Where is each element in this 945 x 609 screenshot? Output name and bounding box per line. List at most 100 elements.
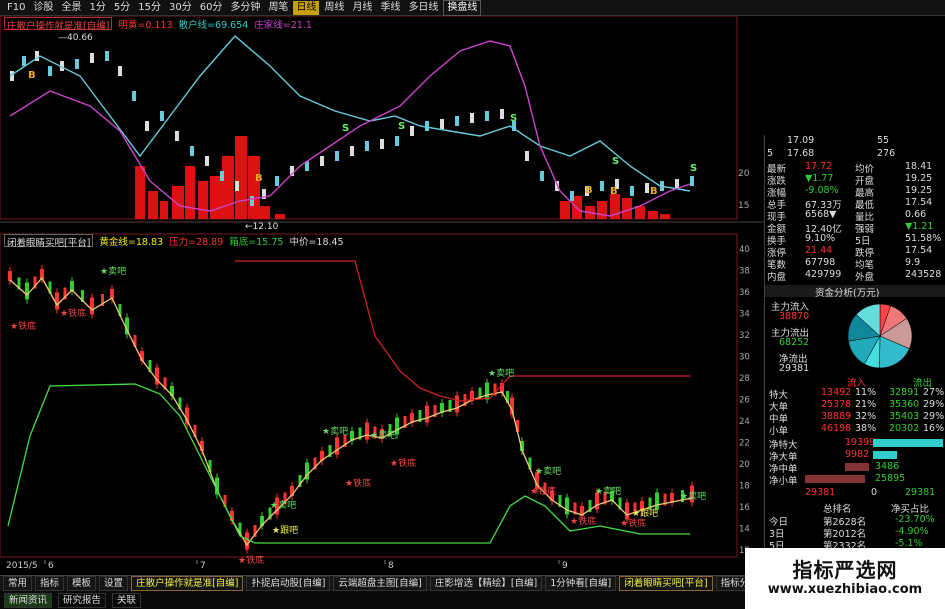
indicator-tab-7[interactable]: 庄影增选【精绘】[自编] bbox=[429, 576, 543, 591]
top-indicator-name[interactable]: 庄散户操作就是准[自编] bbox=[4, 17, 113, 32]
indicator-tab-9[interactable]: 闭着眼睛买吧[平台] bbox=[619, 576, 713, 591]
quote-value: 243528 bbox=[905, 269, 942, 280]
indicator-tab-1[interactable]: 指标 bbox=[35, 576, 65, 591]
quote-row: 换手 9.10% 5日 51.58% bbox=[765, 233, 945, 247]
quote-row: 最新 17.72 均价 18.41 bbox=[765, 161, 945, 175]
indicator-tab-8[interactable]: 1分钟看[自编] bbox=[545, 576, 617, 591]
bottom-signal: ★铁底 bbox=[530, 485, 556, 497]
net-bar bbox=[845, 463, 869, 471]
indicator-tab-4[interactable]: 庄散户操作就是准[自编] bbox=[131, 576, 244, 591]
quote-label: 外盘 bbox=[855, 272, 875, 283]
toolbar-item-10[interactable]: 日线 bbox=[293, 0, 320, 15]
sell-signal: ★卖吧 bbox=[535, 466, 561, 477]
toolbar-item-12[interactable]: 月线 bbox=[349, 1, 375, 15]
toolbar-item-2[interactable]: 全景 bbox=[58, 1, 84, 15]
candle-body bbox=[365, 422, 369, 440]
top-candle bbox=[540, 171, 544, 181]
pre-val: 17.09 bbox=[787, 135, 815, 146]
indicator-tab-0[interactable]: 常用 bbox=[3, 576, 33, 591]
price-axis-label: 26 bbox=[739, 396, 750, 406]
status-tab-0[interactable]: 新闻资讯 bbox=[4, 592, 53, 608]
toolbar-item-15[interactable]: 换盘线 bbox=[443, 0, 482, 16]
date-label: 7 bbox=[200, 561, 206, 571]
toolbar-item-4[interactable]: 5分 bbox=[111, 1, 133, 15]
price-axis-label: 40 bbox=[739, 245, 750, 255]
kline-chart[interactable]: 20 15 S S S S S B B B B B —40.66 ←12.10 40 38 36 34 32 30 2… bbox=[0, 16, 764, 575]
candle-body bbox=[455, 395, 459, 413]
sell-signal: ★卖吧 bbox=[488, 368, 514, 379]
bottom-indicator-v1: 黄金线=18.83 bbox=[99, 237, 164, 248]
price-axis-label: 18 bbox=[739, 482, 750, 492]
volume-bar bbox=[248, 156, 260, 219]
quote-row: 净特大 19399 bbox=[765, 437, 945, 451]
fund-in: 25378 bbox=[821, 399, 852, 410]
net-value: 9982 bbox=[845, 449, 870, 460]
status-tab-1[interactable]: 研究报告 bbox=[58, 592, 107, 608]
toolbar-item-3[interactable]: 1分 bbox=[86, 1, 108, 15]
price-axis-label: 14 bbox=[739, 525, 750, 535]
top-candle bbox=[75, 59, 79, 69]
quote-row: 今日 第2628名 -23.70% bbox=[765, 514, 945, 528]
rank-head: 总排名 bbox=[823, 504, 852, 515]
price-axis-label: 36 bbox=[739, 288, 750, 298]
quote-value: 19.25 bbox=[905, 185, 933, 196]
top-candle bbox=[630, 186, 634, 196]
top-candle bbox=[235, 181, 239, 191]
quote-value: 17.54 bbox=[905, 197, 933, 208]
toolbar-item-13[interactable]: 季线 bbox=[377, 1, 403, 15]
bottom-indicator-name[interactable]: 闭着眼睛买吧[平台] bbox=[4, 234, 94, 249]
top-candle bbox=[205, 156, 209, 166]
top-candle bbox=[485, 111, 489, 121]
top-candle bbox=[455, 116, 459, 126]
indicator-tab-3[interactable]: 设置 bbox=[99, 576, 129, 591]
top-candle bbox=[335, 151, 339, 161]
toolbar-item-1[interactable]: 诊股 bbox=[30, 1, 56, 15]
date-label: 8 bbox=[388, 561, 394, 571]
top-candle bbox=[320, 156, 324, 166]
top-candle bbox=[365, 141, 369, 151]
toolbar-item-0[interactable]: F10 bbox=[4, 1, 28, 15]
price-axis-label: 38 bbox=[739, 267, 750, 277]
top-candle bbox=[380, 139, 384, 149]
toolbar-item-6[interactable]: 30分 bbox=[166, 1, 195, 15]
b-marker: B bbox=[650, 186, 658, 197]
quote-value: ▼1.77 bbox=[805, 173, 834, 184]
candle-body bbox=[565, 497, 569, 515]
quote-row: 中单 38889 32% 35403 29% bbox=[765, 411, 945, 425]
status-tab-2[interactable]: 关联 bbox=[112, 592, 142, 608]
bottom-signal: ★铁底 bbox=[60, 307, 86, 319]
volume-bar bbox=[635, 206, 645, 219]
top-candle bbox=[22, 56, 26, 66]
indicator-tab-2[interactable]: 模板 bbox=[67, 576, 97, 591]
bottom-signal: ★铁底 bbox=[390, 457, 416, 469]
toolbar-item-8[interactable]: 多分钟 bbox=[227, 1, 263, 15]
bottom-signal: ★铁底 bbox=[10, 320, 36, 332]
price-axis-label: 28 bbox=[739, 374, 750, 384]
candle-body bbox=[655, 492, 659, 510]
toolbar-item-5[interactable]: 15分 bbox=[135, 1, 164, 15]
fund-pout: 29% bbox=[923, 411, 945, 422]
top-candle bbox=[350, 146, 354, 156]
quote-value: 17.54 bbox=[905, 245, 933, 256]
toolbar-item-11[interactable]: 周线 bbox=[321, 1, 347, 15]
indicator-tab-6[interactable]: 云端超盘主图[自编] bbox=[333, 576, 427, 591]
toolbar-item-7[interactable]: 60分 bbox=[197, 1, 226, 15]
volume-bar bbox=[172, 186, 184, 219]
indicator-tab-5[interactable]: 扑捉启动股[自编] bbox=[246, 576, 331, 591]
bottom-signal: ★铁底 bbox=[238, 554, 264, 566]
toolbar-item-9[interactable]: 周笔 bbox=[265, 1, 291, 15]
sell-signal: ★卖吧 bbox=[680, 491, 706, 502]
pressure-line bbox=[235, 260, 690, 402]
candle-body bbox=[425, 405, 429, 423]
b-marker: B bbox=[585, 185, 593, 196]
fund-pout: 16% bbox=[923, 423, 945, 434]
scale-right: 29381 bbox=[905, 487, 936, 498]
sell-signal: ★卖吧 bbox=[595, 486, 621, 497]
fund-title: 资金分析(万元) bbox=[765, 285, 945, 299]
s-marker: S bbox=[510, 113, 517, 124]
toolbar-item-14[interactable]: 多日线 bbox=[405, 1, 441, 15]
price-axis-label: 34 bbox=[739, 310, 750, 320]
rank-pct: -4.90% bbox=[895, 526, 929, 537]
fund-value: 68252 bbox=[779, 337, 810, 348]
quote-value: 67798 bbox=[805, 257, 836, 268]
